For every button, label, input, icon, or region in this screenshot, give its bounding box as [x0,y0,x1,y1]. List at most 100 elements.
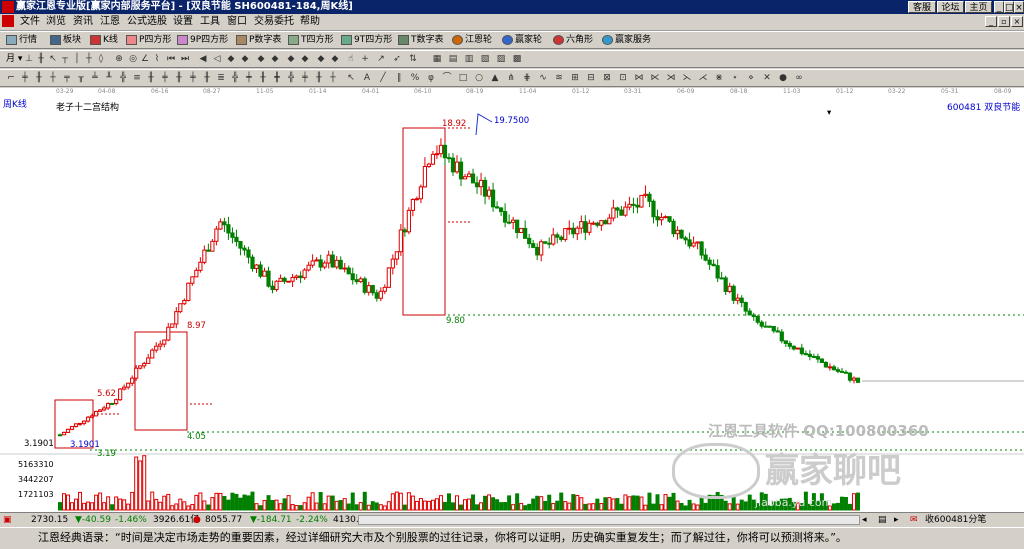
vline-icon[interactable]: │ [72,54,82,65]
ma-icon[interactable]: ⊥ [24,54,34,65]
tool-l-icon[interactable]: ⋋ [682,73,692,84]
menu-news[interactable]: 资讯 [73,14,93,30]
tool-p-icon[interactable]: ⋄ [746,73,756,84]
tool-d-icon[interactable]: ≋ [554,73,564,84]
forum-button[interactable]: 论坛 [937,1,964,13]
plus-icon[interactable]: + [360,54,370,65]
help-button[interactable]: 客服 [908,1,936,13]
diamond-icon[interactable]: ◊ [96,54,106,65]
diamond5-icon[interactable]: ◆ [286,54,296,65]
tool-c-icon[interactable]: ∿ [538,73,548,84]
tool-q-icon[interactable]: ✕ [762,73,772,84]
tool-winner-wheel[interactable]: 赢家轮 [502,33,542,48]
menu-file[interactable]: 文件 [20,14,40,30]
gann-tool-12-icon[interactable]: ╪ [160,73,170,84]
gann-tool-10-icon[interactable]: ≡ [132,73,142,84]
tool-j-icon[interactable]: ⋉ [650,73,660,84]
tool-a-icon[interactable]: ⋔ [506,73,516,84]
tool-i-icon[interactable]: ⋈ [634,73,644,84]
tool-h-icon[interactable]: ⊡ [618,73,628,84]
home-button[interactable]: 主页 [965,1,992,13]
menu-gann[interactable]: 江恩 [100,14,120,30]
sort-icon[interactable]: ⇅ [408,54,418,65]
gann-tool-7-icon[interactable]: ╧ [90,73,100,84]
tool-m-icon[interactable]: ⋌ [698,73,708,84]
tool-quote[interactable]: 行情 [6,33,37,48]
close-icon[interactable]: × [1014,1,1024,13]
tool-t-table[interactable]: T数字表 [398,33,444,48]
diamond8-icon[interactable]: ◆ [330,54,340,65]
tool-kline[interactable]: K线 [90,33,118,48]
gann-tool-17-icon[interactable]: ╬ [230,73,240,84]
box-icon[interactable]: □ [458,73,468,84]
mdi-close-icon[interactable]: × [1011,16,1023,27]
gann-tool-22-icon[interactable]: ╪ [300,73,310,84]
horizontal-scrollbar[interactable] [358,515,860,525]
tool-o-icon[interactable]: ⋆ [730,73,740,84]
fan-icon[interactable]: ⌇ [152,54,162,65]
minimize-icon[interactable]: _ [994,1,1004,13]
menu-settings[interactable]: 设置 [173,14,193,30]
gann-tool-15-icon[interactable]: ╫ [202,73,212,84]
index2-icon[interactable]: ● [193,513,201,528]
tool-p-table[interactable]: P数字表 [236,33,281,48]
tool-f-icon[interactable]: ⊟ [586,73,596,84]
gann-tool-19-icon[interactable]: ╂ [258,73,268,84]
gann-tool-13-icon[interactable]: ╫ [174,73,184,84]
gann-tool-20-icon[interactable]: ╋ [272,73,282,84]
tool-g-icon[interactable]: ⊠ [602,73,612,84]
grid1-icon[interactable]: ▦ [432,54,442,65]
gann-tool-8-icon[interactable]: ╨ [104,73,114,84]
gann-tool-21-icon[interactable]: ╬ [286,73,296,84]
ellipse-icon[interactable]: ○ [474,73,484,84]
hand-icon[interactable]: ☝ [346,54,356,65]
grid2-icon[interactable]: ▤ [448,54,458,65]
gann-tool-23-icon[interactable]: ╫ [314,73,324,84]
menu-help[interactable]: 帮助 [300,14,320,30]
tool-k-icon[interactable]: ⋊ [666,73,676,84]
gann-tool-4-icon[interactable]: ┼ [48,73,58,84]
gann-tool-5-icon[interactable]: ╤ [62,73,72,84]
zoom-icon[interactable]: ⊕ [114,54,124,65]
menu-app-icon[interactable] [2,14,14,30]
gann-tool-18-icon[interactable]: ┿ [244,73,254,84]
hline-icon[interactable]: ┬ [60,54,70,65]
pointer2-icon[interactable]: ↖ [346,73,356,84]
gann-tool-2-icon[interactable]: ╪ [20,73,30,84]
grid6-icon[interactable]: ▩ [512,54,522,65]
gann-tool-6-icon[interactable]: ╥ [76,73,86,84]
tool-p-square[interactable]: P四方形 [126,33,171,48]
diamond-yellow-icon[interactable]: ◆ [226,54,236,65]
grid5-icon[interactable]: ▨ [496,54,506,65]
gann-tool-1-icon[interactable]: ⌐ [6,73,16,84]
mdi-restore-icon[interactable]: ▫ [998,16,1010,27]
first-icon[interactable]: ⏮ [166,54,176,65]
mdi-minimize-icon[interactable]: _ [985,16,997,27]
tool-b-icon[interactable]: ⋕ [522,73,532,84]
arrow-icon[interactable]: ➶ [392,54,402,65]
grid4-icon[interactable]: ▧ [480,54,490,65]
text-icon[interactable]: A [362,73,372,84]
up-icon[interactable]: ▲ [490,73,500,84]
angle-icon[interactable]: ∠ [140,54,150,65]
diamond4-icon[interactable]: ◆ [270,54,280,65]
tool-gann-wheel[interactable]: 江恩轮 [452,33,492,48]
period-select[interactable]: 月 ▾ [6,52,22,67]
infinity-icon[interactable]: ∞ [794,73,804,84]
trend-icon[interactable]: ↗ [376,54,386,65]
menu-tools[interactable]: 工具 [200,14,220,30]
menu-window[interactable]: 窗口 [227,14,247,30]
tool-9t-square[interactable]: 9T四方形 [341,33,392,48]
gann-tool-9-icon[interactable]: ╬ [118,73,128,84]
left-arrow2-icon[interactable]: ◁ [212,54,222,65]
cycle-icon[interactable]: ◎ [128,54,138,65]
scroll-right-icon[interactable]: ▸ [894,513,899,528]
maximize-icon[interactable]: □ [1004,1,1014,13]
bar-icon[interactable]: ╫ [36,54,46,65]
last-icon[interactable]: ⏭ [180,54,190,65]
menu-formula[interactable]: 公式选股 [127,14,167,30]
alert-icon[interactable]: ✉ [910,513,918,528]
tool-e-icon[interactable]: ⊞ [570,73,580,84]
grid3-icon[interactable]: ▥ [464,54,474,65]
tool-n-icon[interactable]: ⋇ [714,73,724,84]
